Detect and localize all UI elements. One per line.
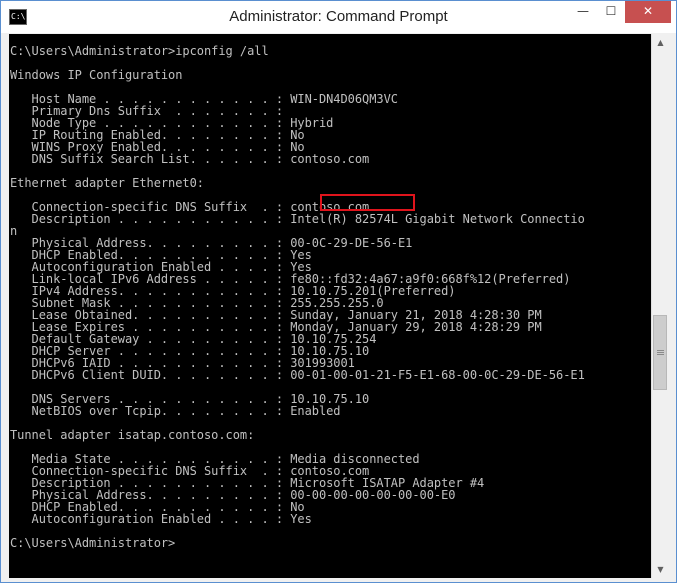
console-line: Autoconfiguration Enabled . . . . : Yes xyxy=(10,512,312,526)
scroll-thumb[interactable] xyxy=(653,315,667,390)
grip-icon xyxy=(657,350,664,351)
console-line: C:\Users\Administrator>ipconfig /all xyxy=(10,44,269,58)
scroll-down-arrow-icon[interactable]: ▼ xyxy=(652,561,669,578)
scroll-up-arrow-icon[interactable]: ▲ xyxy=(652,34,669,51)
console-line: Windows IP Configuration xyxy=(10,68,183,82)
console-line: Ethernet adapter Ethernet0: xyxy=(10,176,204,190)
console-line: Tunnel adapter isatap.contoso.com: xyxy=(10,428,255,442)
console-line: C:\Users\Administrator> xyxy=(10,536,176,550)
console-line: Description . . . . . . . . . . . : Inte… xyxy=(10,212,585,226)
console-output-area[interactable]: C:\Users\Administrator>ipconfig /all Win… xyxy=(9,34,651,578)
title-bar[interactable]: C:\ Administrator: Command Prompt — ☐ ✕ xyxy=(1,1,676,33)
maximize-button[interactable]: ☐ xyxy=(597,1,625,23)
vertical-scrollbar[interactable]: ▲ ▼ xyxy=(651,34,669,578)
console-line: DNS Suffix Search List. . . . . . : cont… xyxy=(10,152,370,166)
console-line: DHCPv6 Client DUID. . . . . . . . : 00-0… xyxy=(10,368,585,382)
command-prompt-window: C:\ Administrator: Command Prompt — ☐ ✕ … xyxy=(0,0,677,583)
dns-suffix-highlight-box xyxy=(320,194,415,211)
console-text: C:\Users\Administrator>ipconfig /all Win… xyxy=(10,45,585,549)
close-button[interactable]: ✕ xyxy=(625,1,671,23)
minimize-button[interactable]: — xyxy=(569,1,597,23)
console-line: NetBIOS over Tcpip. . . . . . . . : Enab… xyxy=(10,404,341,418)
